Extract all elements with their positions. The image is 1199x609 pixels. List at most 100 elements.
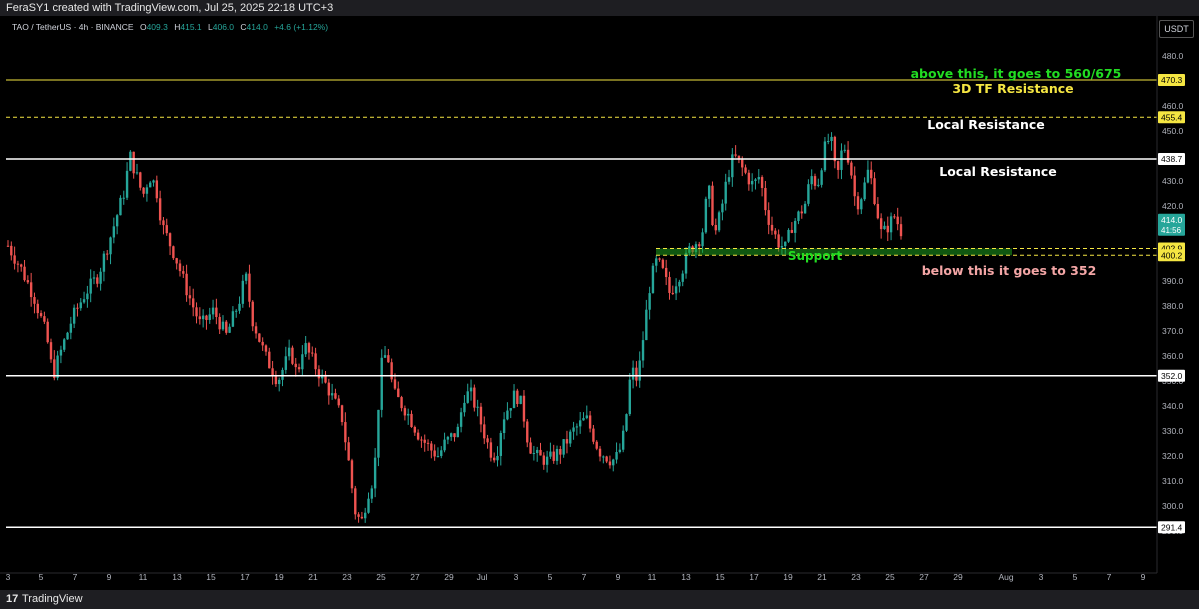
- candle-body: [896, 216, 899, 225]
- legend-open-label: O: [139, 22, 147, 32]
- chart-annotation: Local Resistance: [939, 164, 1057, 179]
- candle-body: [221, 321, 225, 330]
- time-tick: 29: [953, 572, 963, 582]
- candle-body: [721, 203, 724, 213]
- candle-body: [608, 461, 612, 466]
- candle-body: [155, 180, 159, 199]
- candle-body: [572, 427, 575, 432]
- candle-body: [413, 427, 417, 433]
- currency-button[interactable]: USDT: [1159, 20, 1194, 38]
- candle-body: [453, 433, 456, 438]
- candle-body: [707, 185, 711, 199]
- candle-body: [175, 258, 178, 264]
- candle-body: [69, 323, 73, 333]
- candle-body: [846, 149, 850, 163]
- candle-body: [218, 317, 221, 330]
- candle-body: [344, 422, 347, 443]
- candle-body: [377, 409, 380, 458]
- candle-body: [836, 161, 840, 170]
- candle-body: [142, 187, 145, 194]
- candle-body: [569, 431, 572, 444]
- candle-body: [555, 448, 559, 461]
- price-scale-layer: 480.0470.0460.0450.0440.0430.0420.0410.0…: [1156, 16, 1185, 573]
- time-tick: 5: [39, 572, 44, 582]
- candle-body: [327, 382, 331, 396]
- candle-body: [641, 340, 645, 361]
- candle-body: [532, 452, 536, 454]
- candle-body: [291, 347, 294, 364]
- candle-body: [893, 216, 896, 218]
- tradingview-logo-icon: 17: [6, 593, 19, 605]
- candle-body: [192, 298, 195, 308]
- candle-body: [668, 277, 671, 293]
- candle-body: [426, 442, 430, 444]
- candle-body: [889, 216, 893, 233]
- candle-body: [92, 277, 96, 279]
- chart-annotation: below this it goes to 352: [922, 263, 1097, 278]
- time-tick: 25: [885, 572, 895, 582]
- time-tick: 23: [342, 572, 352, 582]
- candle-body: [486, 438, 489, 443]
- price-chart[interactable]: 480.0470.0460.0450.0440.0430.0420.0410.0…: [0, 16, 1199, 590]
- candle-body: [810, 176, 813, 185]
- candle-body: [883, 225, 886, 230]
- candle-body: [496, 455, 499, 461]
- candle-body: [582, 418, 585, 421]
- candle-body: [195, 307, 198, 317]
- candle-body: [46, 321, 49, 343]
- candle-body: [188, 295, 192, 299]
- candle-body: [135, 172, 139, 174]
- time-tick: 7: [1107, 572, 1112, 582]
- candle-body: [469, 387, 473, 392]
- candle-body: [529, 442, 532, 454]
- candle-body: [109, 237, 112, 255]
- footer-bar: 17 TradingView: [0, 590, 1199, 609]
- candle-body: [129, 151, 132, 171]
- candle-body: [364, 512, 367, 519]
- candle-body: [43, 316, 46, 322]
- candle-body: [820, 170, 823, 185]
- candle-body: [886, 225, 889, 233]
- candle-body: [337, 398, 340, 406]
- price-tick: 320.0: [1162, 451, 1184, 461]
- candle-body: [96, 277, 99, 284]
- time-tick: 19: [274, 572, 284, 582]
- level-price-label: 470.3: [1161, 75, 1183, 85]
- candle-body: [747, 172, 751, 185]
- candle-body: [770, 224, 774, 231]
- legend-symbol[interactable]: TAO / TetherUS · 4h · BINANCE: [12, 22, 134, 32]
- candle-body: [784, 241, 787, 247]
- candle-body: [403, 408, 407, 416]
- candle-body: [201, 315, 205, 320]
- candle-body: [578, 420, 582, 427]
- candle-body: [684, 252, 688, 274]
- time-tick: 9: [1141, 572, 1146, 582]
- candle-body: [635, 367, 638, 381]
- candle-body: [397, 388, 400, 398]
- candle-body: [850, 162, 853, 176]
- time-tick: 27: [919, 572, 929, 582]
- price-tick: 390.0: [1162, 276, 1184, 286]
- candle-body: [459, 412, 463, 427]
- candle-body: [860, 199, 863, 210]
- current-price-label: 414.0: [1161, 215, 1183, 225]
- candle-body: [304, 343, 307, 355]
- candle-body: [238, 303, 241, 311]
- candle-body: [499, 433, 503, 456]
- legend-close: 414.0: [246, 22, 268, 32]
- candle-body: [516, 390, 519, 404]
- time-tick: 27: [410, 572, 420, 582]
- candle-body: [433, 450, 436, 457]
- time-tick: 3: [6, 572, 11, 582]
- price-tick: 450.0: [1162, 126, 1184, 136]
- candle-body: [13, 255, 16, 264]
- legend-low: 406.0: [212, 22, 235, 32]
- candle-body: [182, 271, 185, 274]
- candle-body: [72, 307, 76, 324]
- candle-body: [509, 408, 512, 411]
- time-tick: 3: [514, 572, 519, 582]
- candle-body: [49, 342, 53, 360]
- candle-body: [268, 351, 271, 369]
- candle-body: [800, 211, 803, 214]
- time-tick: 15: [206, 572, 216, 582]
